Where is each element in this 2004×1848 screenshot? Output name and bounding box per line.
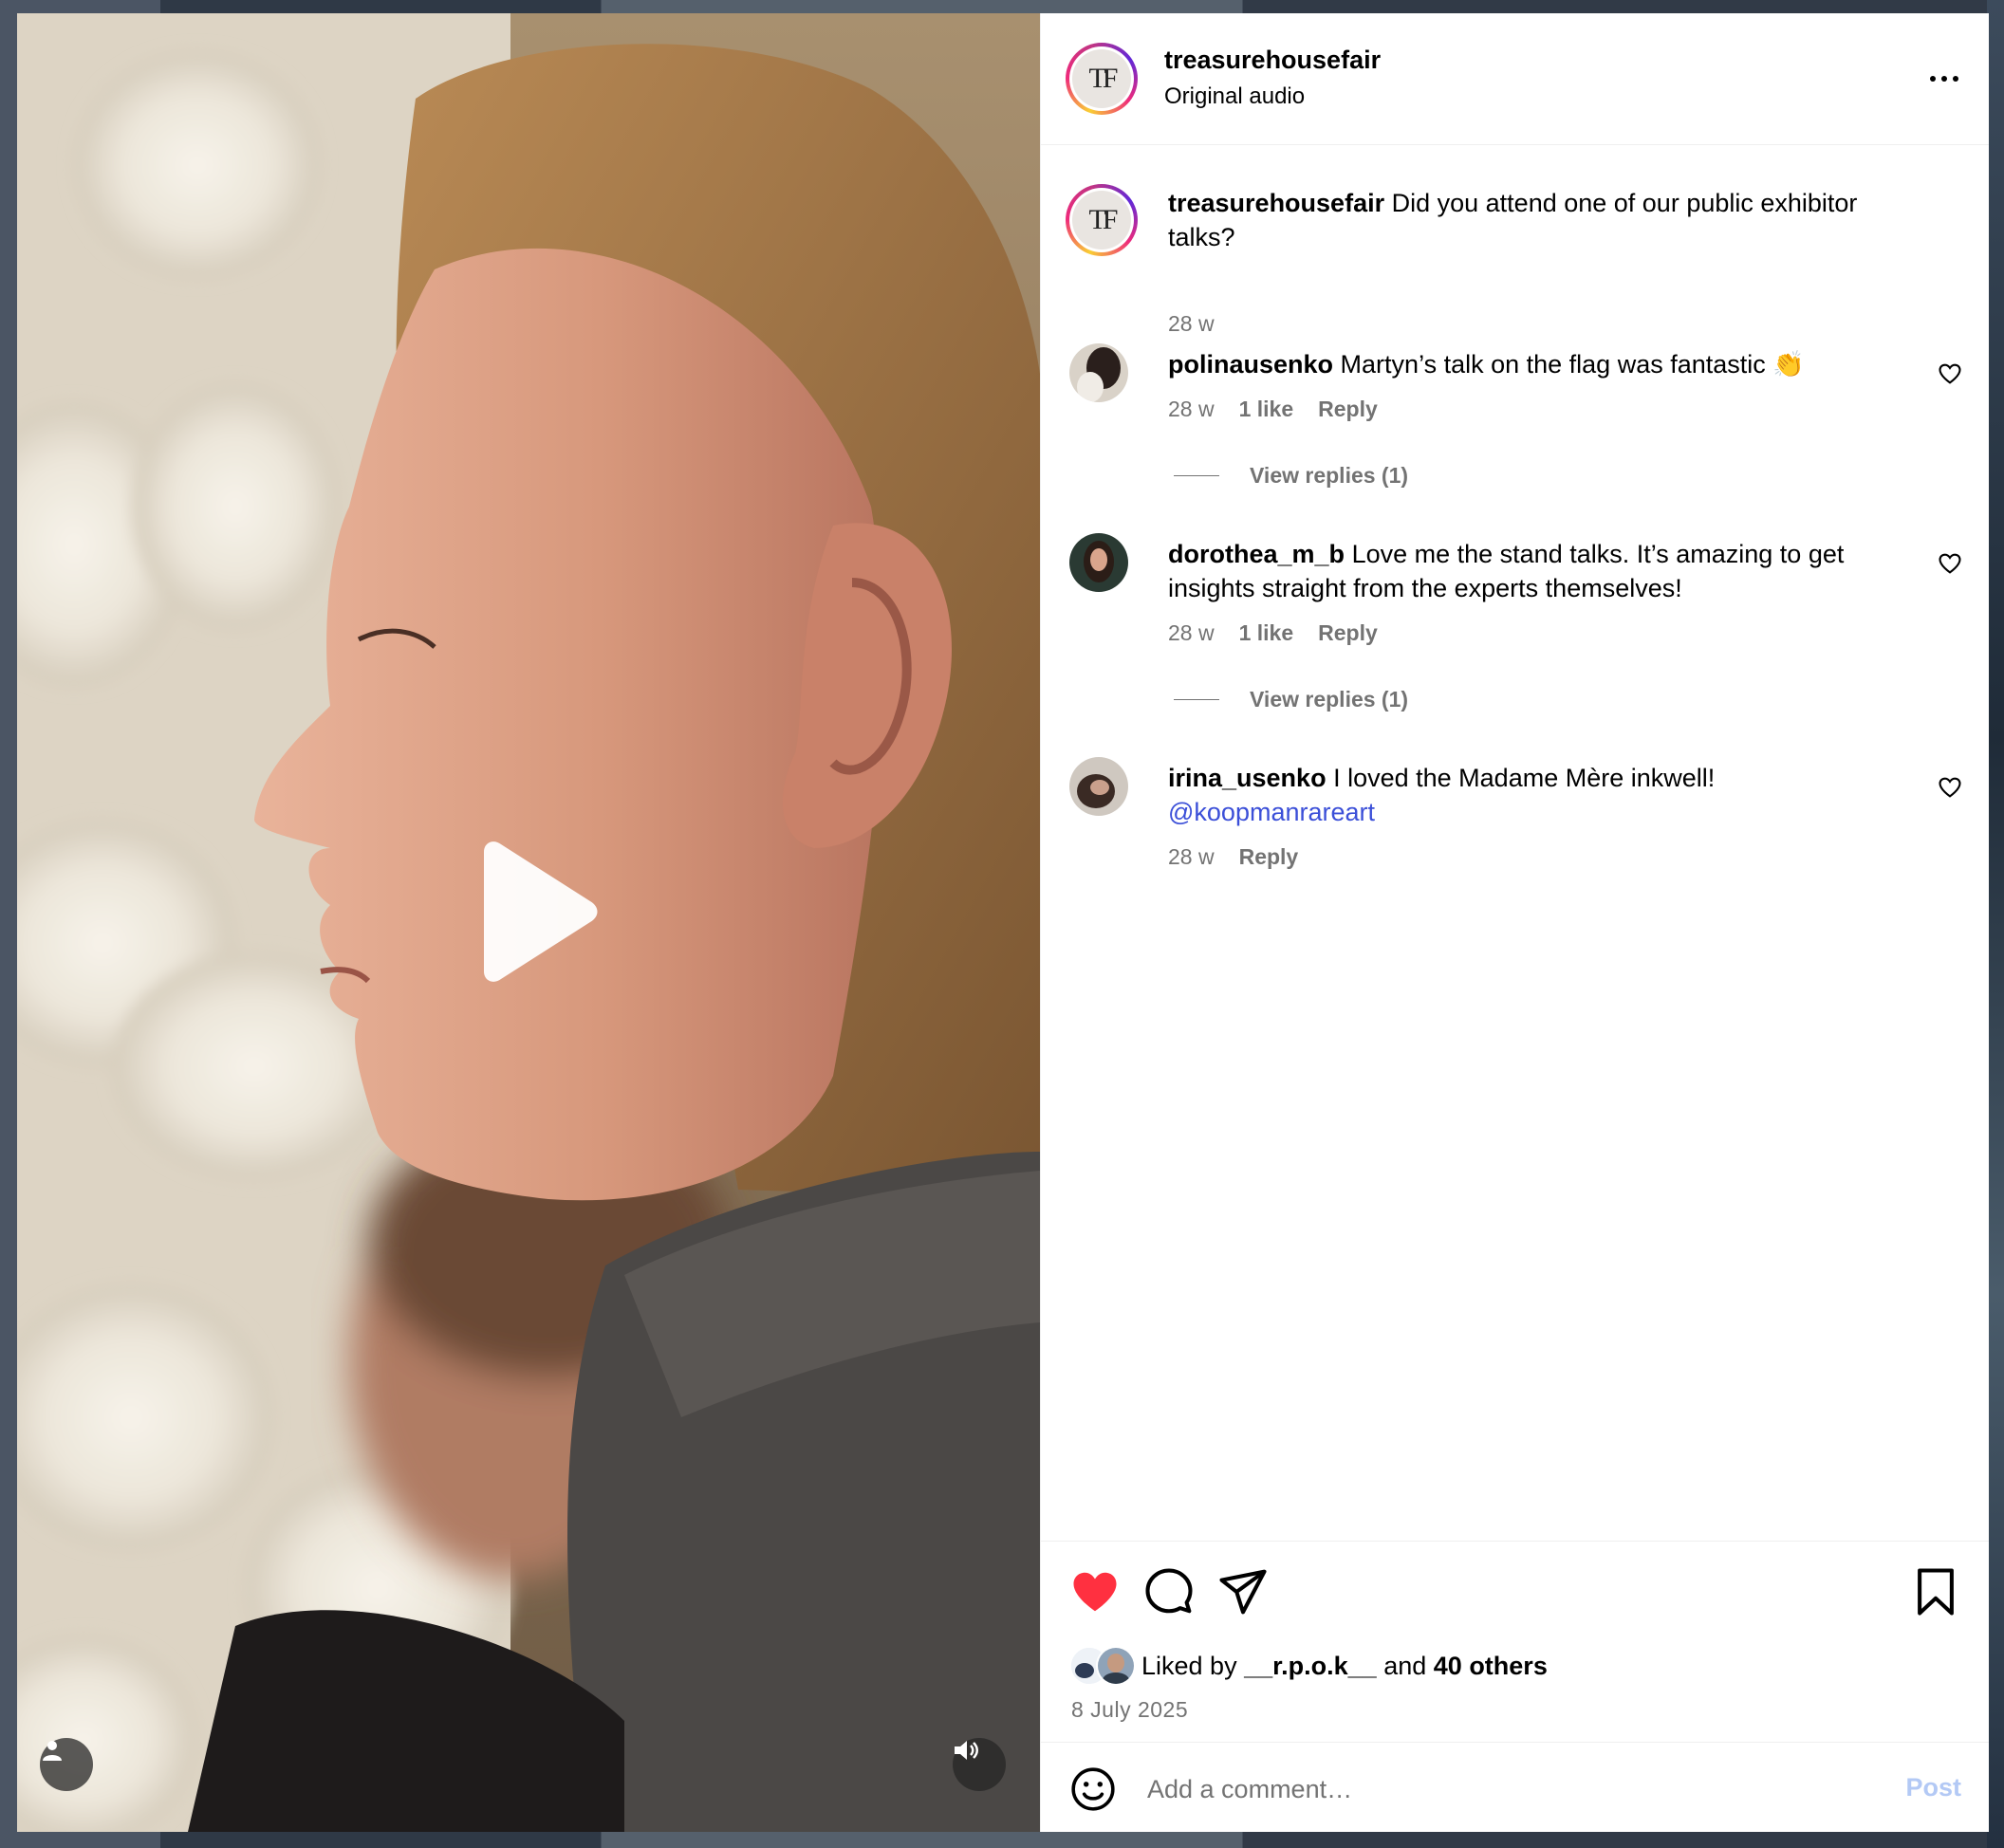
- emoji-icon[interactable]: [1069, 1765, 1117, 1813]
- commenter-avatar[interactable]: [1069, 343, 1128, 402]
- post-date[interactable]: 8 July 2025: [1071, 1697, 1188, 1723]
- backdrop-strip: [1987, 0, 2004, 1848]
- comment-likes[interactable]: 1 like: [1239, 397, 1294, 422]
- caption-text: treasurehousefair Did you attend one of …: [1168, 186, 1904, 254]
- play-button[interactable]: [467, 841, 602, 983]
- comment-reply-button[interactable]: Reply: [1239, 844, 1299, 870]
- liked-by-others[interactable]: 40 others: [1434, 1652, 1548, 1681]
- post-details-panel: TF treasurehousefair Original audio TF t…: [1040, 13, 1989, 1832]
- comment-username[interactable]: polinausenko: [1168, 350, 1333, 379]
- caption-meta: 28 w: [1168, 311, 1215, 337]
- caption-age[interactable]: 28 w: [1168, 311, 1215, 337]
- comment-composer: Post: [1041, 1742, 1989, 1832]
- comment-likes[interactable]: 1 like: [1239, 620, 1294, 646]
- mute-button[interactable]: [953, 1738, 1006, 1791]
- reply-divider: [1174, 699, 1219, 700]
- view-replies-label: View replies (1): [1250, 687, 1409, 711]
- comment-like-heart-icon[interactable]: [1937, 360, 1963, 387]
- volume-icon: [955, 1741, 978, 1760]
- commenter-avatar[interactable]: [1069, 533, 1128, 592]
- comment-icon[interactable]: [1143, 1566, 1195, 1617]
- more-options-icon[interactable]: [1923, 63, 1965, 95]
- audio-link[interactable]: Original audio: [1164, 83, 1305, 110]
- liked-by-and: and: [1383, 1651, 1427, 1680]
- comment-meta: 28 w 1 like Reply: [1168, 620, 1378, 646]
- comment-body: Martyn’s talk on the flag was fantastic …: [1340, 350, 1805, 379]
- share-icon[interactable]: [1217, 1566, 1269, 1617]
- comment-reply-button[interactable]: Reply: [1318, 620, 1378, 646]
- brand-logo: TF: [1072, 191, 1131, 249]
- liked-by-prefix: Liked by: [1141, 1651, 1237, 1680]
- comment-age[interactable]: 28 w: [1168, 397, 1215, 422]
- comment-text: dorothea_m_b Love me the stand talks. It…: [1168, 537, 1904, 605]
- comment-text: polinausenko Martyn’s talk on the flag w…: [1168, 347, 1904, 381]
- view-replies-label: View replies (1): [1250, 463, 1409, 488]
- play-icon: [484, 841, 598, 982]
- view-replies-button[interactable]: View replies (1): [1174, 687, 1408, 712]
- liker-avatars[interactable]: [1069, 1646, 1138, 1686]
- user-tags-button[interactable]: [40, 1738, 93, 1791]
- author-username[interactable]: treasurehousefair: [1164, 46, 1381, 75]
- comments-list[interactable]: TF treasurehousefair Did you attend one …: [1041, 146, 1989, 1541]
- user-tag-icon: [43, 1741, 62, 1761]
- liked-by-user[interactable]: __r.p.o.k__: [1244, 1652, 1377, 1681]
- comment-age[interactable]: 28 w: [1168, 620, 1215, 646]
- commenter-avatar[interactable]: [1069, 757, 1128, 816]
- bookmark-icon[interactable]: [1910, 1566, 1961, 1617]
- brand-logo: TF: [1072, 49, 1131, 108]
- comment-username[interactable]: dorothea_m_b: [1168, 540, 1345, 568]
- comment-like-heart-icon[interactable]: [1937, 550, 1963, 577]
- comment-body: I loved the Madame Mère inkwell!: [1333, 764, 1716, 792]
- comment-mention-link[interactable]: @koopmanrareart: [1168, 798, 1375, 826]
- post-actions: Liked by __r.p.o.k__ and 40 others 8 Jul…: [1041, 1541, 1989, 1741]
- reply-divider: [1174, 475, 1219, 476]
- post-header: TF treasurehousefair Original audio: [1041, 13, 1989, 145]
- comment-age[interactable]: 28 w: [1168, 844, 1215, 870]
- likes-summary: Liked by __r.p.o.k__ and 40 others: [1069, 1646, 1548, 1686]
- video-player[interactable]: [17, 13, 1040, 1832]
- heart-icon[interactable]: [1069, 1566, 1121, 1617]
- comment-reply-button[interactable]: Reply: [1318, 397, 1378, 422]
- post-modal: TF treasurehousefair Original audio TF t…: [17, 13, 1989, 1832]
- comment-meta: 28 w 1 like Reply: [1168, 397, 1378, 422]
- comment-input[interactable]: [1145, 1762, 1813, 1817]
- author-avatar[interactable]: TF: [1066, 43, 1138, 115]
- comment-meta: 28 w Reply: [1168, 844, 1298, 870]
- comment-text: irina_usenko I loved the Madame Mère ink…: [1168, 761, 1904, 829]
- caption-avatar[interactable]: TF: [1066, 184, 1138, 256]
- liker-avatar: [1096, 1646, 1136, 1686]
- comment-username[interactable]: irina_usenko: [1168, 764, 1327, 792]
- post-comment-button[interactable]: Post: [1905, 1773, 1961, 1802]
- view-replies-button[interactable]: View replies (1): [1174, 463, 1408, 489]
- comment-like-heart-icon[interactable]: [1937, 774, 1963, 801]
- caption-username[interactable]: treasurehousefair: [1168, 189, 1384, 217]
